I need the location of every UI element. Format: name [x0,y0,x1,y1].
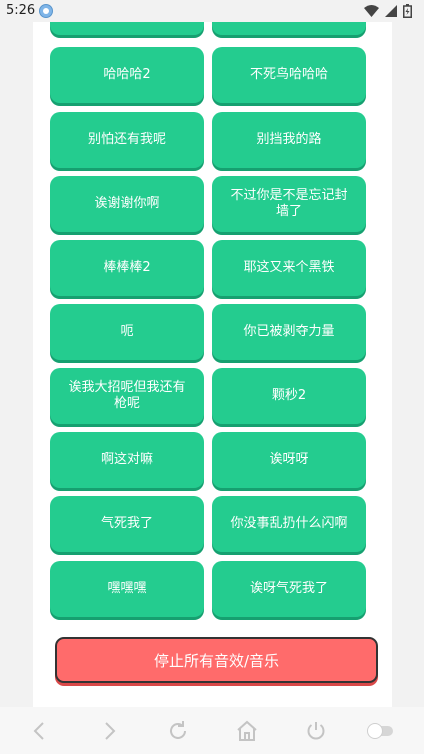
sound-button[interactable]: 哈哈哈2 [50,47,204,103]
sound-button[interactable]: 呃 [50,304,204,360]
app-notification-icon [39,4,53,18]
battery-icon [403,4,412,18]
sound-button[interactable]: 诶呀呀 [212,432,366,488]
signal-icon [385,5,397,17]
sound-button[interactable]: 别挡我的路 [212,112,366,168]
sound-button[interactable]: 诶呀气死我了 [212,561,366,617]
sound-button[interactable]: 你已被剥夺力量 [212,304,366,360]
back-icon[interactable] [28,719,52,743]
sound-button[interactable]: 颗秒2 [212,368,366,424]
navigation-bar [0,707,424,754]
toggle-icon[interactable] [365,723,397,739]
forward-icon[interactable] [97,719,121,743]
sound-button[interactable]: 你没事乱扔什么闪啊 [212,496,366,552]
sound-button[interactable]: 耶这又来个黑铁 [212,240,366,296]
status-icons [364,4,412,18]
sound-button[interactable]: 棒棒棒2 [50,240,204,296]
sound-button-grid: 嘛 哈哈哈2 不死鸟哈哈哈 别怕还有我呢 别挡我的路 诶谢谢你啊 不过你是不是忘… [0,0,424,626]
sound-button[interactable]: 不死鸟哈哈哈 [212,47,366,103]
sound-button[interactable]: 诶谢谢你啊 [50,176,204,232]
sound-button[interactable]: 诶我大招呢但我还有枪呢 [50,368,204,424]
wifi-icon [364,5,379,17]
sound-button[interactable]: 气死我了 [50,496,204,552]
home-icon[interactable] [235,719,259,743]
sound-button[interactable]: 嘿嘿嘿 [50,561,204,617]
refresh-icon[interactable] [166,719,190,743]
stop-all-audio-button[interactable]: 停止所有音效/音乐 [55,637,378,683]
status-time: 5:26 [6,3,36,18]
sound-button[interactable]: 啊这对嘛 [50,432,204,488]
sound-button[interactable]: 不过你是不是忘记封墙了 [212,176,366,232]
power-icon[interactable] [304,719,328,743]
status-bar: 5:26 [0,0,424,22]
sound-button[interactable]: 别怕还有我呢 [50,112,204,168]
